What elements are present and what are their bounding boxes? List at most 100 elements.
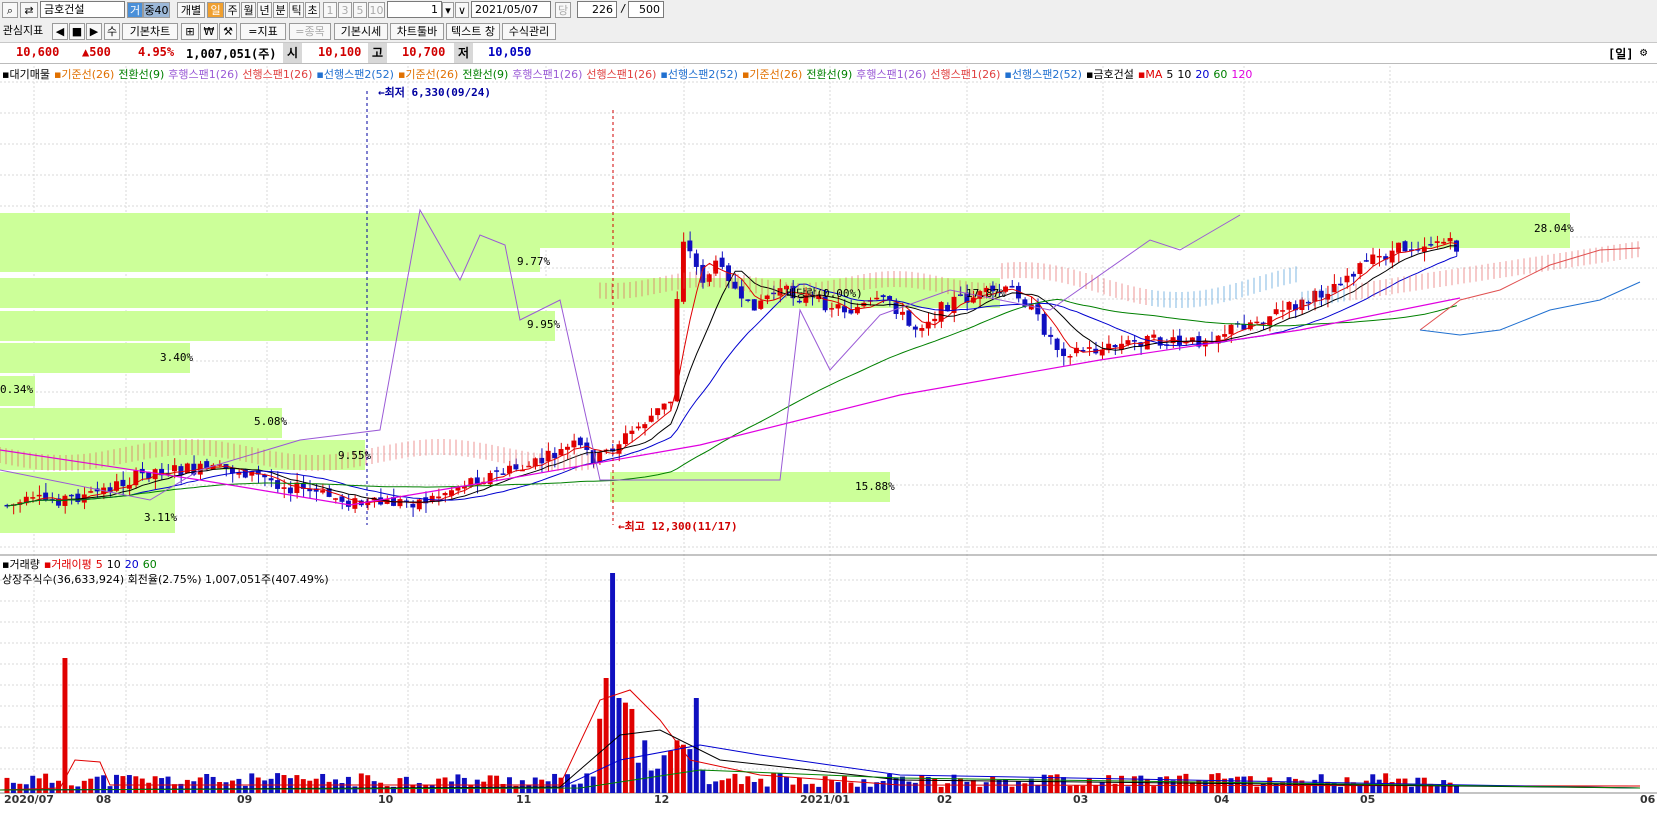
volume-bar: [229, 780, 235, 793]
volume-bar: [1247, 776, 1253, 793]
volume-bar: [822, 776, 828, 793]
price-legend-item: 전환선(9): [118, 68, 165, 81]
volume-bar: [790, 784, 796, 793]
dividend-annotation: 배당락(0.00%): [786, 287, 863, 300]
price-legend: ▪대기매물 ▪기준선(26) 전환선(9) 후행스팬1(26) 선행스팬1(26) ▪선행…: [2, 66, 1256, 82]
candle-body: [1125, 340, 1131, 345]
candle-body: [345, 500, 351, 507]
candle-body: [1350, 273, 1356, 277]
candle-body: [796, 300, 802, 303]
volume-bar: [751, 781, 757, 793]
price-legend-item: ▪선행스팬2(52): [660, 68, 738, 81]
candle-body: [287, 487, 293, 494]
candle-body: [648, 415, 654, 422]
candle-body: [693, 253, 699, 267]
volume-bar: [326, 781, 332, 793]
candle-body: [874, 297, 880, 300]
candle-body: [687, 240, 693, 252]
volume-bar: [738, 784, 744, 793]
volume-bar: [1028, 778, 1034, 793]
x-tick: 06: [1640, 793, 1656, 806]
band-pct-1787: 17.87%: [966, 287, 1006, 300]
volume-bar: [4, 777, 10, 793]
volume-bar: [320, 773, 326, 793]
volume-bar: [1170, 780, 1176, 793]
price-legend-item: ▪MA: [1137, 68, 1163, 81]
price-legend-item: 후행스팬1(26): [512, 68, 583, 81]
candle-body: [564, 446, 570, 450]
candle-body: [848, 309, 854, 314]
volume-bar: [10, 782, 16, 793]
candle-body: [1286, 301, 1292, 310]
candle-body: [635, 426, 641, 429]
volume-bar: [358, 773, 364, 793]
candle-body: [1421, 246, 1427, 252]
volume-ma10-line: [0, 729, 1641, 791]
price-legend-item: 후행스팬1(26): [856, 68, 927, 81]
volume-info: 상장주식수(36,633,924) 회전율(2.75%) 1,007,051주(…: [2, 573, 329, 586]
candle-body: [1254, 321, 1260, 324]
candle-body: [416, 499, 422, 510]
volume-bar: [700, 769, 706, 793]
volume-bar: [1067, 785, 1073, 793]
volume-bar: [1376, 779, 1382, 793]
volume-bar: [1099, 782, 1105, 793]
candle-body: [1363, 260, 1369, 262]
volume-bar: [519, 780, 525, 793]
candle-body: [268, 478, 274, 481]
candle-body: [1035, 304, 1041, 315]
stock-chart[interactable]: [0, 0, 1657, 813]
volume-bar: [526, 785, 532, 793]
candle-body: [771, 292, 777, 295]
x-tick: 04: [1214, 793, 1230, 806]
volume-bar: [191, 781, 197, 793]
volume-bar: [313, 778, 319, 793]
candle-body: [1086, 347, 1092, 349]
volume-profile-band: [610, 472, 890, 502]
candle-body: [320, 490, 326, 493]
volume-bar: [732, 773, 738, 793]
candle-body: [854, 307, 860, 314]
volume-bar: [474, 779, 480, 793]
volume-bar: [1125, 786, 1131, 793]
price-legend-item: 선행스팬1(26): [242, 68, 313, 81]
volume-bar: [1305, 784, 1311, 793]
band-pct-28: 28.04%: [1534, 222, 1574, 235]
volume-bar: [648, 770, 654, 793]
candle-body: [1144, 335, 1150, 350]
x-tick: 02: [937, 793, 953, 806]
volume-profile-band: [0, 213, 1570, 248]
band-pct-340: 3.40%: [160, 351, 194, 364]
x-tick: 10: [378, 793, 394, 806]
candle-body: [597, 452, 603, 462]
volume-bar: [655, 768, 661, 793]
volume-bar: [867, 786, 873, 793]
candle-body: [204, 461, 210, 468]
volume-bar: [494, 775, 500, 793]
highest-annotation: ←최고 12,300(11/17): [618, 520, 738, 533]
candle-body: [1177, 335, 1182, 345]
candle-body: [410, 503, 416, 508]
candle-body: [494, 470, 500, 472]
volume-bar: [1189, 782, 1195, 793]
volume-bar: [764, 786, 770, 793]
candle-body: [184, 463, 190, 474]
highest-text: 최고 12,300(11/17): [624, 520, 738, 533]
volume-profile-band: [0, 408, 282, 438]
candle-body: [30, 497, 36, 499]
volume-bar: [1241, 776, 1247, 793]
candle-body: [1402, 241, 1408, 252]
candle-body: [397, 499, 403, 507]
volume-profile-band: [0, 311, 555, 341]
candle-body: [732, 281, 738, 289]
volume-bar: [275, 773, 281, 793]
volume-bar: [17, 783, 23, 793]
volume-bar: [1441, 780, 1447, 793]
candle-body: [1151, 334, 1157, 338]
candle-body: [1267, 316, 1273, 326]
volume-bar: [1338, 786, 1344, 793]
volume-bar: [713, 781, 719, 793]
price-legend-item: ▪기준선(26): [741, 68, 803, 81]
volume-bar: [384, 786, 390, 793]
volume-bar: [300, 779, 306, 793]
